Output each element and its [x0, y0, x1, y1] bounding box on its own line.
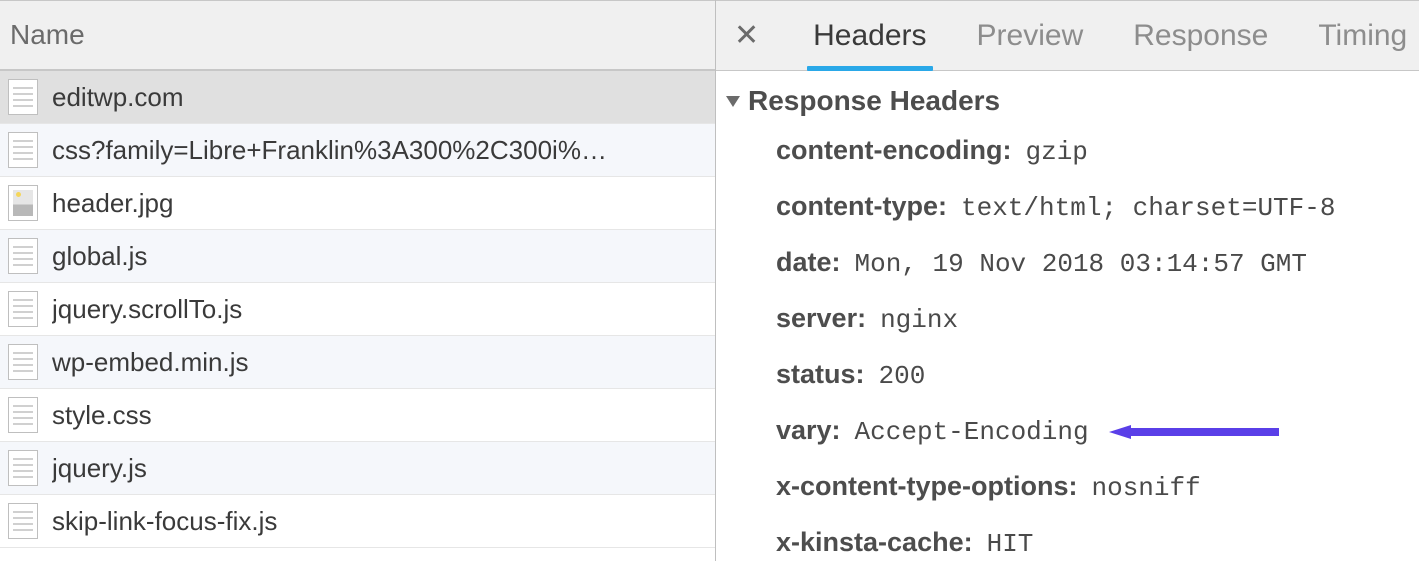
header-row: server: nginx — [776, 303, 1411, 335]
table-row[interactable]: skip-link-focus-fix.js — [0, 495, 715, 548]
header-key: content-type: — [776, 191, 947, 222]
header-key: content-encoding: — [776, 135, 1011, 166]
document-file-icon — [8, 503, 38, 539]
document-file-icon — [8, 79, 38, 115]
response-headers-section-toggle[interactable]: Response Headers — [726, 85, 1411, 117]
header-row: date: Mon, 19 Nov 2018 03:14:57 GMT — [776, 247, 1411, 279]
details-tab-bar: ✕ Headers Preview Response Timing — [716, 0, 1419, 71]
request-name-label: global.js — [52, 241, 707, 272]
requests-panel: Name editwp.com css?family=Libre+Franklin… — [0, 0, 716, 561]
header-row: vary: Accept-Encoding — [776, 415, 1411, 447]
header-key: status: — [776, 359, 865, 390]
table-row[interactable]: wp-embed.min.js — [0, 336, 715, 389]
document-file-icon — [8, 344, 38, 380]
request-name-label: css?family=Libre+Franklin%3A300%2C300i%… — [52, 135, 707, 166]
document-file-icon — [8, 238, 38, 274]
header-key: vary: — [776, 415, 841, 446]
header-value: HIT — [987, 529, 1034, 559]
response-headers-list: content-encoding: gzip content-type: text/h… — [726, 135, 1411, 559]
table-row[interactable]: css?family=Libre+Franklin%3A300%2C300i%… — [0, 124, 715, 177]
tab-timing[interactable]: Timing — [1316, 1, 1409, 70]
header-row: content-encoding: gzip — [776, 135, 1411, 167]
requests-list: editwp.com css?family=Libre+Franklin%3A30… — [0, 71, 715, 548]
headers-body: Response Headers content-encoding:gzipco… — [716, 71, 1419, 561]
document-file-icon — [8, 291, 38, 327]
header-value: nosniff — [1091, 473, 1200, 503]
header-row: x-content-type-options: nosniff — [776, 471, 1411, 503]
details-panel: ✕ Headers Preview Response Timing Response … — [716, 0, 1419, 561]
header-key: x-kinsta-cache: — [776, 527, 973, 558]
requests-column-header-name[interactable]: Name — [0, 0, 715, 71]
devtools-network-panel: Name editwp.com css?family=Libre+Franklin… — [0, 0, 1419, 561]
header-value: Mon, 19 Nov 2018 03:14:57 GMT — [855, 249, 1307, 279]
tab-preview[interactable]: Preview — [975, 1, 1086, 70]
request-name-label: header.jpg — [52, 188, 707, 219]
table-row[interactable]: jquery.scrollTo.js — [0, 283, 715, 336]
table-row[interactable]: jquery.js — [0, 442, 715, 495]
response-headers-section-label: Response Headers — [748, 85, 1000, 117]
request-name-label: jquery.js — [52, 453, 707, 484]
document-file-icon — [8, 397, 38, 433]
request-name-label: skip-link-focus-fix.js — [52, 506, 707, 537]
header-row: content-type: text/html; charset=UTF-8 — [776, 191, 1411, 223]
request-name-label: wp-embed.min.js — [52, 347, 707, 378]
header-value: text/html; charset=UTF-8 — [961, 193, 1335, 223]
close-icon[interactable]: ✕ — [728, 21, 765, 51]
header-key: server: — [776, 303, 866, 334]
image-file-icon — [8, 185, 38, 221]
table-row[interactable]: style.css — [0, 389, 715, 442]
header-value: nginx — [880, 305, 958, 335]
header-row: status: 200 — [776, 359, 1411, 391]
header-value: Accept-Encoding — [855, 417, 1089, 447]
header-value: 200 — [879, 361, 926, 391]
table-row[interactable]: editwp.com — [0, 71, 715, 124]
chevron-down-icon — [726, 96, 740, 107]
header-key: date: — [776, 247, 841, 278]
document-file-icon — [8, 132, 38, 168]
tabs-host: Headers Preview Response Timing — [811, 1, 1409, 70]
annotation-arrow-icon — [1109, 425, 1279, 439]
table-row[interactable]: global.js — [0, 230, 715, 283]
request-name-label: editwp.com — [52, 82, 707, 113]
tab-headers[interactable]: Headers — [811, 1, 928, 70]
header-row: x-kinsta-cache: HIT — [776, 527, 1411, 559]
header-key: x-content-type-options: — [776, 471, 1077, 502]
request-name-label: style.css — [52, 400, 707, 431]
header-value: gzip — [1025, 137, 1087, 167]
tab-response[interactable]: Response — [1131, 1, 1270, 70]
document-file-icon — [8, 450, 38, 486]
request-name-label: jquery.scrollTo.js — [52, 294, 707, 325]
table-row[interactable]: header.jpg — [0, 177, 715, 230]
